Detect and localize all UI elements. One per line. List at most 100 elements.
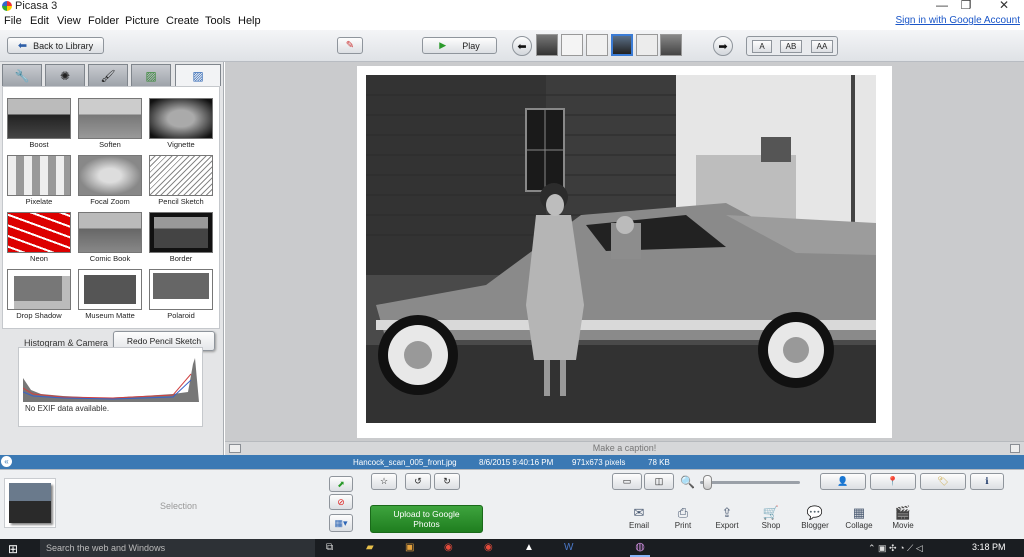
next-photo-button[interactable]: ➡ <box>713 36 733 56</box>
photos-app-icon[interactable]: ▲ <box>524 542 534 553</box>
caption-mode-a[interactable]: A <box>752 40 772 53</box>
taskbar-search-placeholder: Search the web and Windows <box>46 543 166 553</box>
play-button[interactable]: ▶ Play <box>422 37 497 54</box>
movie-button[interactable]: 🎬 Movie <box>885 505 921 530</box>
menu-create[interactable]: Create <box>166 15 199 27</box>
tag-icon: 🏷 <box>937 476 949 486</box>
taskbar-search-box[interactable]: Search the web and Windows <box>40 539 315 557</box>
effect-label: Neon <box>30 254 48 263</box>
filmstrip-thumb-3[interactable] <box>586 34 608 56</box>
print-icon: ⎙ <box>677 505 689 520</box>
back-to-library-button[interactable]: ⬅ Back to Library <box>7 37 104 54</box>
menu-picture[interactable]: Picture <box>125 15 159 27</box>
upload-google-photos-button[interactable]: Upload to Google Photos <box>370 505 483 533</box>
effect-museum-matte[interactable]: Museum Matte <box>77 268 143 323</box>
effect-border[interactable]: Border <box>148 211 214 266</box>
shop-button[interactable]: 🛒 Shop <box>753 505 789 530</box>
hold-button[interactable]: ⬈ <box>329 476 353 492</box>
effect-comic-book[interactable]: Comic Book <box>77 211 143 266</box>
rotate-left-button[interactable]: ↺ <box>405 473 431 490</box>
minimize-icon[interactable]: — <box>932 0 952 12</box>
effect-drop-shadow[interactable]: Drop Shadow <box>6 268 72 323</box>
people-button[interactable]: 👤 <box>820 473 866 490</box>
caption-resize-icon[interactable] <box>1010 444 1020 453</box>
effect-boost[interactable]: Boost <box>6 97 72 152</box>
print-button[interactable]: ⎙ Print <box>665 505 701 530</box>
close-icon[interactable]: ✕ <box>994 0 1014 12</box>
clear-button[interactable]: ⊘ <box>329 494 353 510</box>
view-compare-button[interactable]: ◫ <box>644 473 674 490</box>
places-button[interactable]: 📍 <box>870 473 916 490</box>
export-button[interactable]: ⇪ Export <box>709 505 745 530</box>
status-datetime: 8/6/2015 9:40:16 PM <box>479 458 554 467</box>
exif-status-text: No EXIF data available. <box>25 404 110 413</box>
picasa-taskbar-icon[interactable]: ◍ <box>630 540 650 557</box>
filmstrip-thumb-6[interactable] <box>660 34 682 56</box>
rotate-right-button[interactable]: ↻ <box>434 473 460 490</box>
person-icon: 👤 <box>837 476 849 486</box>
system-tray-icons[interactable]: ⌃ ▣ ✣ ◔ ⟋ ◁ <box>868 543 923 554</box>
collapse-panel-icon[interactable]: « <box>1 456 12 467</box>
compare-view-icon: ◫ <box>654 476 664 486</box>
effect-museum-matte-thumb <box>78 269 142 310</box>
caption-mode-aa[interactable]: AA <box>811 40 833 53</box>
effect-neon[interactable]: Neon <box>6 211 72 266</box>
effect-polaroid[interactable]: Polaroid <box>148 268 214 323</box>
filmstrip-thumb-2[interactable] <box>561 34 583 56</box>
menu-file[interactable]: File <box>4 15 22 27</box>
zoom-slider[interactable] <box>700 481 800 484</box>
tab-effects-3[interactable]: ▨ <box>175 64 221 86</box>
album-menu-button[interactable]: ▦▾ <box>329 514 353 532</box>
tab-basic-fixes[interactable]: 🔧 <box>2 64 42 86</box>
windows-start-icon[interactable]: ⊞ <box>8 542 18 556</box>
chrome-icon[interactable]: ◉ <box>444 542 453 553</box>
properties-button[interactable]: ℹ <box>970 473 1004 490</box>
zoom-slider-thumb[interactable] <box>703 475 712 490</box>
tab-effects-1[interactable]: 🖌 <box>88 64 128 86</box>
tags-button[interactable]: 🏷 <box>920 473 966 490</box>
back-to-library-label: Back to Library <box>33 40 94 51</box>
word-icon[interactable]: W <box>564 542 573 553</box>
menu-tools[interactable]: Tools <box>205 15 231 27</box>
tab-effects-2[interactable]: ▨ <box>131 64 171 86</box>
caption-mode-ab[interactable]: AB <box>780 40 802 53</box>
caption-input[interactable]: Make a caption! <box>225 443 1024 453</box>
menu-help[interactable]: Help <box>238 15 261 27</box>
effect-vignette[interactable]: Vignette <box>148 97 214 152</box>
view-single-button[interactable]: ▭ <box>612 473 642 490</box>
rotate-left-icon: ↺ <box>414 476 422 486</box>
status-bar: « Hancock_scan_005_front.jpg 8/6/2015 9:… <box>0 455 1024 469</box>
star-button[interactable]: ☆ <box>371 473 397 490</box>
filmstrip-thumb-selected[interactable] <box>611 34 633 56</box>
effect-comic-book-thumb <box>78 212 142 253</box>
collage-button[interactable]: ▦ Collage <box>841 505 877 530</box>
status-filesize: 78 KB <box>648 458 670 467</box>
blogger-button[interactable]: 💬 Blogger <box>797 505 833 530</box>
filmstrip-thumb-5[interactable] <box>636 34 658 56</box>
file-explorer-icon[interactable]: ▰ <box>366 542 374 553</box>
effects-palette-button[interactable]: ✎ <box>337 37 363 54</box>
effect-focal-zoom[interactable]: Focal Zoom <box>77 154 143 209</box>
effect-soften[interactable]: Soften <box>77 97 143 152</box>
effect-label: Soften <box>99 140 121 149</box>
restore-icon[interactable]: ❐ <box>956 0 976 12</box>
play-label: Play <box>462 40 480 51</box>
selection-tray <box>4 478 56 528</box>
menu-view[interactable]: View <box>57 15 81 27</box>
tab-tuning[interactable]: ✺ <box>45 64 85 86</box>
play-icon: ▶ <box>439 40 447 50</box>
effect-pixelate[interactable]: Pixelate <box>6 154 72 209</box>
effect-pencil-sketch[interactable]: Pencil Sketch <box>148 154 214 209</box>
menu-edit[interactable]: Edit <box>30 15 49 27</box>
selected-photo-thumb[interactable] <box>9 483 51 523</box>
task-view-icon[interactable]: ⧉ <box>326 542 333 553</box>
filmstrip-thumb-1[interactable] <box>536 34 558 56</box>
media-player-icon[interactable]: ▣ <box>405 542 414 553</box>
menu-folder[interactable]: Folder <box>88 15 119 27</box>
main-photo[interactable] <box>366 75 876 423</box>
chrome-icon-2[interactable]: ◉ <box>484 542 493 553</box>
menu-bar: File Edit View Folder Picture Create Too… <box>0 13 1024 30</box>
previous-photo-button[interactable]: ⬅ <box>512 36 532 56</box>
sign-in-link[interactable]: Sign in with Google Account <box>895 15 1020 26</box>
email-button[interactable]: ✉ Email <box>621 505 657 530</box>
